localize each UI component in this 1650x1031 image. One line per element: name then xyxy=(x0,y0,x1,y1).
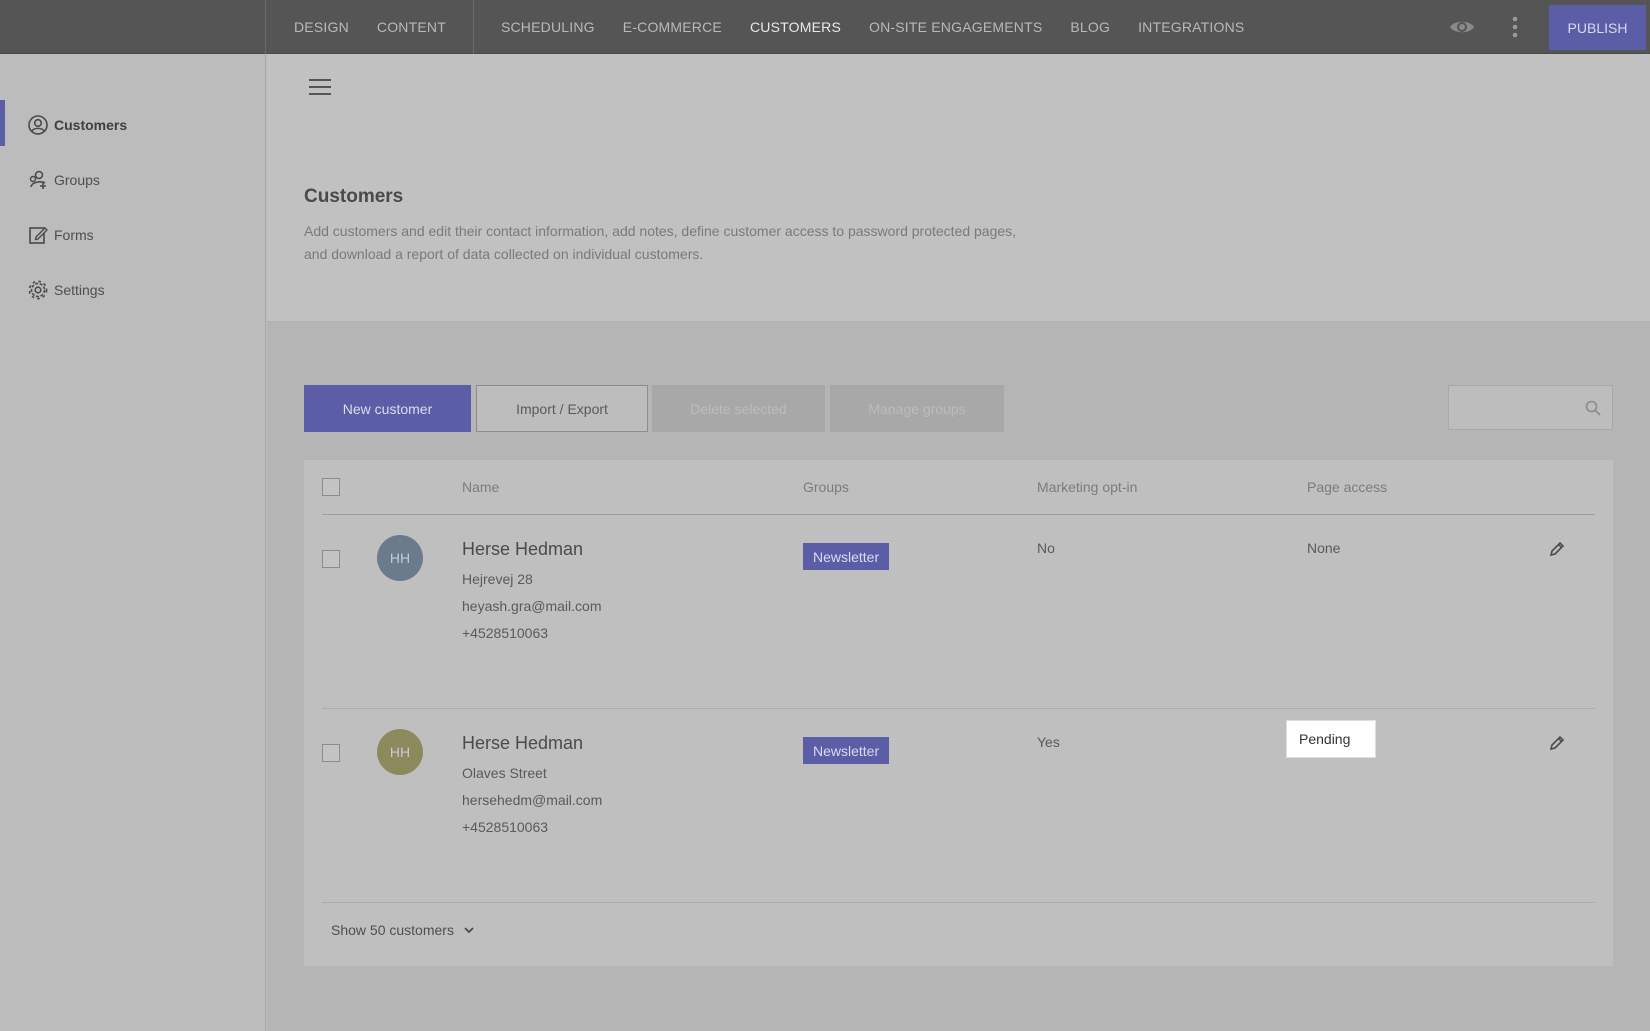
page-header: Customers Add customers and edit their c… xyxy=(267,54,1650,322)
column-header-page-access[interactable]: Page access xyxy=(1307,479,1387,495)
page-title: Customers xyxy=(304,186,404,207)
pencil-icon[interactable] xyxy=(1547,733,1567,753)
form-edit-icon xyxy=(29,227,48,244)
sidebar-item-groups[interactable]: Groups xyxy=(0,155,266,205)
sidebar-item-label: Settings xyxy=(54,282,105,298)
row-checkbox[interactable] xyxy=(322,744,340,762)
table-header: Name Groups Marketing opt-in Page access xyxy=(322,460,1595,515)
customer-phone: +4528510063 xyxy=(462,819,549,835)
show-count-label: Show 50 customers xyxy=(331,922,454,938)
nav-e-commerce[interactable]: E-COMMERCE xyxy=(609,0,736,54)
customer-email: heyash.gra@mail.com xyxy=(462,598,602,614)
row-checkbox[interactable] xyxy=(322,550,340,568)
sidebar-item-customers[interactable]: Customers xyxy=(0,100,266,150)
nav-content[interactable]: CONTENT xyxy=(363,0,460,54)
sidebar-item-label: Customers xyxy=(54,117,128,133)
import-export-button[interactable]: Import / Export xyxy=(476,385,648,432)
table-row[interactable]: HH Herse Hedman Hejrevej 28 heyash.gra@m… xyxy=(322,515,1595,709)
nav-scheduling[interactable]: SCHEDULING xyxy=(487,0,609,54)
logo-area xyxy=(0,0,266,54)
more-options-icon[interactable] xyxy=(1505,13,1525,41)
nav-customers[interactable]: CUSTOMERS xyxy=(736,0,855,54)
customer-address: Olaves Street xyxy=(462,765,547,781)
marketing-opt-in-value: Yes xyxy=(1037,734,1060,750)
nav-integrations[interactable]: INTEGRATIONS xyxy=(1124,0,1258,54)
column-header-marketing-opt-in[interactable]: Marketing opt-in xyxy=(1037,479,1137,495)
main-content: New customer Import / Export Delete sele… xyxy=(267,322,1650,1031)
customer-email: hersehedm@mail.com xyxy=(462,792,603,808)
nav-on-site-engagements[interactable]: ON-SITE ENGAGEMENTS xyxy=(855,0,1056,54)
menu-icon[interactable] xyxy=(307,76,333,98)
preview-eye-icon[interactable] xyxy=(1448,14,1476,40)
search-input[interactable] xyxy=(1448,385,1613,430)
avatar: HH xyxy=(377,535,423,581)
sidebar-item-forms[interactable]: Forms xyxy=(0,210,266,260)
page-access-value: None xyxy=(1307,540,1341,556)
show-count-dropdown[interactable]: Show 50 customers xyxy=(331,922,476,938)
customer-name[interactable]: Herse Hedman xyxy=(462,733,583,754)
select-all-checkbox[interactable] xyxy=(322,478,340,496)
search-icon[interactable] xyxy=(1584,399,1602,417)
group-badge: Newsletter xyxy=(803,543,890,570)
sidebar-item-settings[interactable]: Settings xyxy=(0,265,266,315)
top-bar: DESIGN CONTENT SCHEDULING E-COMMERCE CUS… xyxy=(0,0,1650,54)
publish-button[interactable]: PUBLISH xyxy=(1549,5,1646,50)
manage-groups-button[interactable]: Manage groups xyxy=(830,385,1004,432)
chevron-down-icon xyxy=(464,927,474,934)
table-row[interactable]: HH Herse Hedman Olaves Street hersehedm@… xyxy=(322,709,1595,903)
customer-phone: +4528510063 xyxy=(462,625,549,641)
page-description: Add customers and edit their contact inf… xyxy=(304,223,1017,262)
nav-blog[interactable]: BLOG xyxy=(1056,0,1124,54)
customer-address: Hejrevej 28 xyxy=(462,571,533,587)
top-navigation: DESIGN CONTENT SCHEDULING E-COMMERCE CUS… xyxy=(266,0,1258,54)
nav-divider xyxy=(472,0,474,54)
column-header-name[interactable]: Name xyxy=(462,479,499,495)
marketing-opt-in-value: No xyxy=(1037,540,1055,556)
user-circle-icon xyxy=(28,115,48,135)
group-badge: Newsletter xyxy=(803,737,890,764)
new-customer-button[interactable]: New customer xyxy=(304,385,471,432)
page-access-pending-badge[interactable]: Pending xyxy=(1286,720,1376,758)
group-icon xyxy=(29,170,46,189)
delete-selected-button[interactable]: Delete selected xyxy=(652,385,825,432)
pencil-icon[interactable] xyxy=(1547,539,1567,559)
sidebar-item-label: Forms xyxy=(54,227,94,243)
gear-icon xyxy=(28,280,48,300)
customer-name[interactable]: Herse Hedman xyxy=(462,539,583,560)
nav-design[interactable]: DESIGN xyxy=(266,0,363,54)
sidebar: Customers Groups Forms Settings xyxy=(0,54,266,1031)
customers-table: Name Groups Marketing opt-in Page access… xyxy=(304,460,1613,966)
column-header-groups[interactable]: Groups xyxy=(803,479,849,495)
avatar: HH xyxy=(377,729,423,775)
sidebar-item-label: Groups xyxy=(54,172,100,188)
